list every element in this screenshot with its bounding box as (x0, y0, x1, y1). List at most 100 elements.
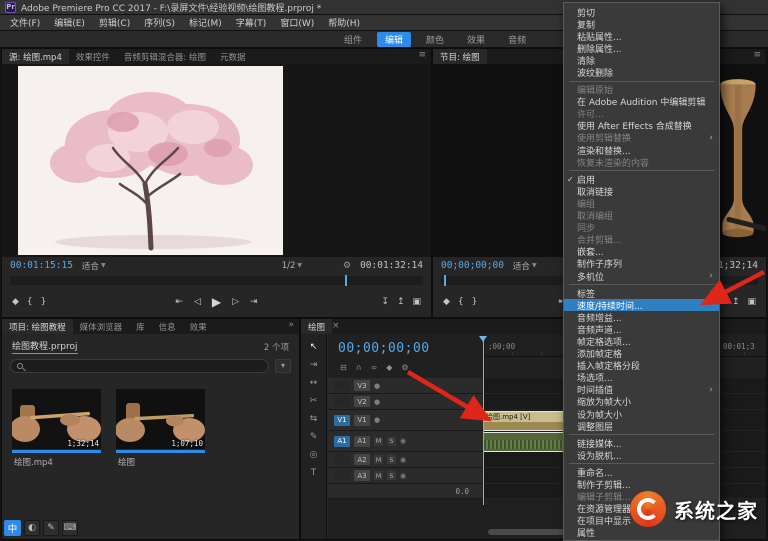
timeline-playhead-timecode[interactable]: 00;00;00;00 (338, 341, 430, 356)
workspace-tab-color[interactable]: 颜色 (418, 32, 452, 47)
source-resolution-select[interactable]: 1/2▼ (282, 261, 302, 271)
source-patch-empty[interactable] (334, 454, 350, 465)
record-arm-icon[interactable]: ◉ (400, 472, 406, 480)
type-tool-icon[interactable]: T (311, 468, 317, 478)
tab-sequence[interactable]: 绘图 (301, 319, 332, 334)
master-gain-value[interactable]: 0.0 (455, 487, 469, 496)
add-marker-icon[interactable]: ◆ (386, 363, 392, 372)
tab-metadata[interactable]: 元数据 (213, 49, 253, 64)
ime-language-button[interactable]: 中 (4, 520, 21, 536)
snap-magnet-icon[interactable]: ∩ (356, 363, 362, 372)
context-menu-item[interactable]: 帧定格选项... (564, 335, 719, 347)
step-forward-icon[interactable]: ▷ (232, 297, 239, 307)
context-menu-item[interactable]: 编组 (564, 197, 719, 209)
context-menu-item[interactable]: 编辑原始 (564, 84, 719, 96)
context-menu-item[interactable]: 在 Adobe Audition 中编辑剪辑 (564, 96, 719, 108)
slip-tool-icon[interactable]: ⇆ (310, 414, 318, 424)
tab-info[interactable]: 信息 (152, 319, 183, 334)
step-back-icon[interactable]: ◁ (194, 297, 201, 307)
tab-effects[interactable]: 效果 (183, 319, 214, 334)
track-select-tool-icon[interactable]: ⇥ (310, 360, 318, 370)
project-item[interactable]: 1;32;14 绘图.mp4 (12, 389, 101, 468)
context-menu-item[interactable]: 设为脱机... (564, 449, 719, 461)
workspace-tab-assembly[interactable]: 组件 (336, 32, 370, 47)
project-item-thumbnail[interactable]: 1;32;14 (12, 389, 101, 449)
context-menu-item[interactable]: 速度/持续时间... (564, 299, 719, 311)
linked-selection-icon[interactable]: ∞ (371, 363, 378, 372)
hand-tool-icon[interactable]: ◎ (310, 450, 318, 460)
context-menu-item[interactable]: 音频增益... (564, 311, 719, 323)
context-menu-item[interactable]: 重命名... (564, 466, 719, 478)
tab-project[interactable]: 项目: 绘图教程 (2, 319, 73, 334)
context-menu-item[interactable]: 链接媒体... (564, 437, 719, 449)
project-item[interactable]: 1;07;10 绘图 (116, 389, 205, 468)
context-menu-item[interactable]: 场选项... (564, 372, 719, 384)
filter-bin-icon[interactable]: ▾ (275, 359, 291, 373)
track-target-a1[interactable]: A1 (354, 436, 370, 447)
project-file-link[interactable]: 绘图教程.prproj (12, 339, 78, 354)
program-scrubber-playhead[interactable] (444, 275, 446, 286)
context-menu-item[interactable]: 取消编组 (564, 210, 719, 222)
context-menu-item[interactable]: 复制 (564, 18, 719, 30)
context-menu-item[interactable]: 嵌套... (564, 246, 719, 258)
track-target-a3[interactable]: A3 (354, 470, 370, 481)
context-menu-item[interactable]: 许可... (564, 108, 719, 120)
context-menu-item[interactable]: ✓ 启用 (564, 173, 719, 185)
clip-name[interactable]: 绘图.mp4 (12, 456, 101, 468)
context-menu-item[interactable]: 多机位 › (564, 270, 719, 282)
context-menu-item[interactable]: 剪切 (564, 6, 719, 18)
clip-name[interactable]: 绘图 (116, 456, 205, 468)
menu-marker[interactable]: 标记(M) (182, 16, 229, 29)
tab-program[interactable]: 节目: 绘图 (433, 49, 487, 64)
export-frame-icon[interactable]: ▣ (747, 297, 756, 307)
context-menu-item[interactable]: 调整图层 (564, 420, 719, 432)
project-item-thumbnail[interactable]: 1;07;10 (116, 389, 205, 449)
lift-icon[interactable]: ↥ (732, 297, 740, 307)
record-arm-icon[interactable]: ◉ (400, 456, 406, 464)
tab-overflow-icon[interactable]: » (283, 319, 299, 334)
insert-icon[interactable]: ↧ (381, 297, 389, 307)
menu-sequence[interactable]: 序列(S) (137, 16, 182, 29)
menu-edit[interactable]: 编辑(E) (47, 16, 92, 29)
ripple-edit-tool-icon[interactable]: ↔ (310, 378, 318, 388)
search-box[interactable] (10, 359, 269, 373)
menu-help[interactable]: 帮助(H) (321, 16, 367, 29)
timeline-settings-wrench-icon[interactable]: ⚙ (401, 363, 408, 372)
source-scrubber[interactable] (10, 276, 423, 285)
menu-title[interactable]: 字幕(T) (229, 16, 274, 29)
context-menu-item[interactable]: 设为帧大小 (564, 408, 719, 420)
context-menu-item[interactable]: 制作子剪辑... (564, 478, 719, 490)
workspace-tab-audio[interactable]: 音频 (500, 32, 534, 47)
thumbnail-scrub-bar[interactable] (12, 450, 101, 453)
track-output-toggle-icon[interactable]: ● (374, 416, 380, 424)
context-menu-item[interactable]: 删除属性... (564, 42, 719, 54)
tab-audio-clip-mixer[interactable]: 音频剪辑混合器: 绘图 (117, 49, 213, 64)
razor-tool-icon[interactable]: ✂ (310, 396, 318, 406)
export-frame-icon[interactable]: ▣ (412, 297, 421, 307)
context-menu-item[interactable]: 添加帧定格 (564, 348, 719, 360)
context-menu-item[interactable]: 音频声道... (564, 323, 719, 335)
context-menu-item[interactable]: 属性 (564, 527, 719, 539)
context-menu-item[interactable]: 恢复未渲染的内容 (564, 156, 719, 168)
menu-file[interactable]: 文件(F) (3, 16, 47, 29)
track-output-toggle-icon[interactable]: ● (374, 382, 380, 390)
panel-menu-icon[interactable]: ≡ (413, 49, 431, 64)
selection-tool-icon[interactable]: ↖ (310, 342, 318, 352)
go-to-in-icon[interactable]: ⇤ (175, 297, 183, 307)
source-current-timecode[interactable]: 00:01:15:15 (10, 260, 73, 271)
timeline-playhead[interactable] (483, 340, 484, 505)
menu-window[interactable]: 窗口(W) (273, 16, 321, 29)
program-zoom-select[interactable]: 适合▼ (513, 260, 537, 272)
ime-halfwidth-icon[interactable]: ◐ (24, 520, 40, 536)
thumbnail-scrub-bar[interactable] (116, 450, 205, 453)
timeline-horizontal-scrollbar[interactable] (488, 529, 570, 535)
source-patch-empty[interactable] (334, 396, 350, 407)
solo-button[interactable]: S (387, 437, 396, 446)
solo-button[interactable]: S (387, 455, 396, 464)
source-patch-v1[interactable]: V1 (334, 415, 350, 426)
workspace-tab-effects[interactable]: 效果 (459, 32, 493, 47)
context-menu-item[interactable]: 同步 (564, 222, 719, 234)
context-menu-item[interactable]: 波纹删除 (564, 66, 719, 78)
program-current-timecode[interactable]: 00;00;00;00 (441, 260, 504, 271)
workspace-tab-editing[interactable]: 编辑 (377, 32, 411, 47)
